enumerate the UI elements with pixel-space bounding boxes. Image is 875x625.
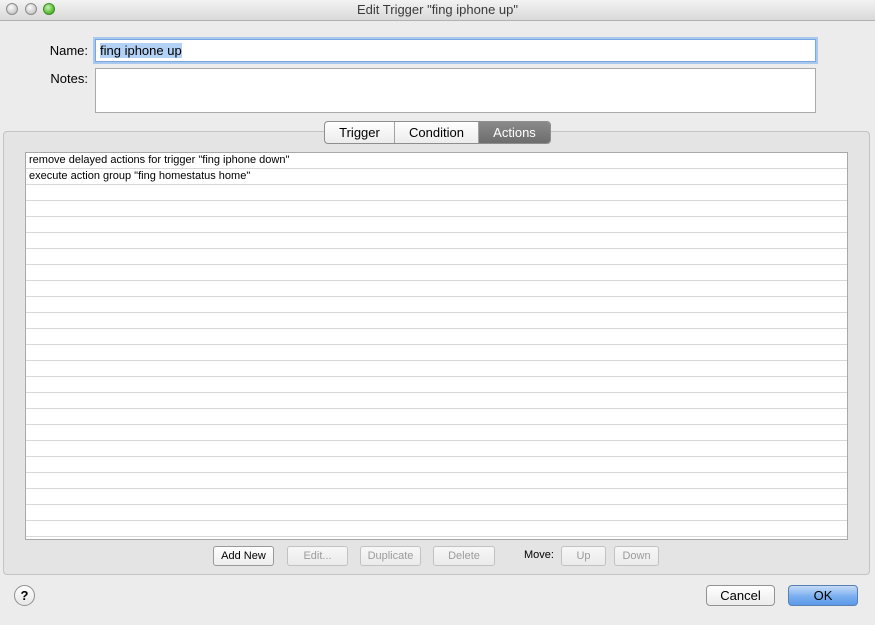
- empty-list-row: [26, 217, 847, 233]
- tab-actions[interactable]: Actions: [479, 122, 550, 143]
- window-title: Edit Trigger "fing iphone up": [357, 2, 518, 17]
- empty-list-row: [26, 425, 847, 441]
- empty-list-row: [26, 345, 847, 361]
- empty-list-row: [26, 489, 847, 505]
- empty-list-row: [26, 185, 847, 201]
- empty-list-row: [26, 441, 847, 457]
- empty-list-row: [26, 457, 847, 473]
- actions-list[interactable]: remove delayed actions for trigger "fing…: [25, 152, 848, 540]
- empty-list-row: [26, 265, 847, 281]
- delete-button[interactable]: Delete: [433, 546, 495, 566]
- name-input[interactable]: fing iphone up: [95, 39, 816, 62]
- name-label: Name:: [49, 43, 88, 58]
- move-down-button[interactable]: Down: [614, 546, 659, 566]
- name-input-value: fing iphone up: [100, 43, 182, 58]
- empty-list-row: [26, 409, 847, 425]
- empty-list-row: [26, 329, 847, 345]
- empty-list-row: [26, 249, 847, 265]
- move-label: Move:: [524, 549, 554, 561]
- empty-list-row: [26, 521, 847, 537]
- notes-label: Notes:: [50, 71, 88, 86]
- empty-list-row: [26, 281, 847, 297]
- edit-button[interactable]: Edit...: [287, 546, 348, 566]
- help-icon[interactable]: ?: [14, 585, 35, 606]
- tab-bar: Trigger Condition Actions: [324, 121, 551, 144]
- empty-list-row: [26, 313, 847, 329]
- duplicate-button[interactable]: Duplicate: [360, 546, 421, 566]
- empty-list-row: [26, 233, 847, 249]
- list-item[interactable]: execute action group "fing homestatus ho…: [26, 169, 847, 185]
- tab-trigger[interactable]: Trigger: [325, 122, 395, 143]
- empty-list-row: [26, 297, 847, 313]
- ok-button[interactable]: OK: [788, 585, 858, 606]
- empty-list-row: [26, 361, 847, 377]
- title-bar: Edit Trigger "fing iphone up": [0, 0, 875, 21]
- move-up-button[interactable]: Up: [561, 546, 606, 566]
- notes-input[interactable]: [95, 68, 816, 113]
- empty-list-row: [26, 393, 847, 409]
- list-item[interactable]: remove delayed actions for trigger "fing…: [26, 153, 847, 169]
- empty-list-row: [26, 473, 847, 489]
- empty-list-row: [26, 201, 847, 217]
- empty-list-row: [26, 505, 847, 521]
- add-new-button[interactable]: Add New: [213, 546, 274, 566]
- tab-condition[interactable]: Condition: [395, 122, 479, 143]
- empty-list-row: [26, 377, 847, 393]
- cancel-button[interactable]: Cancel: [706, 585, 775, 606]
